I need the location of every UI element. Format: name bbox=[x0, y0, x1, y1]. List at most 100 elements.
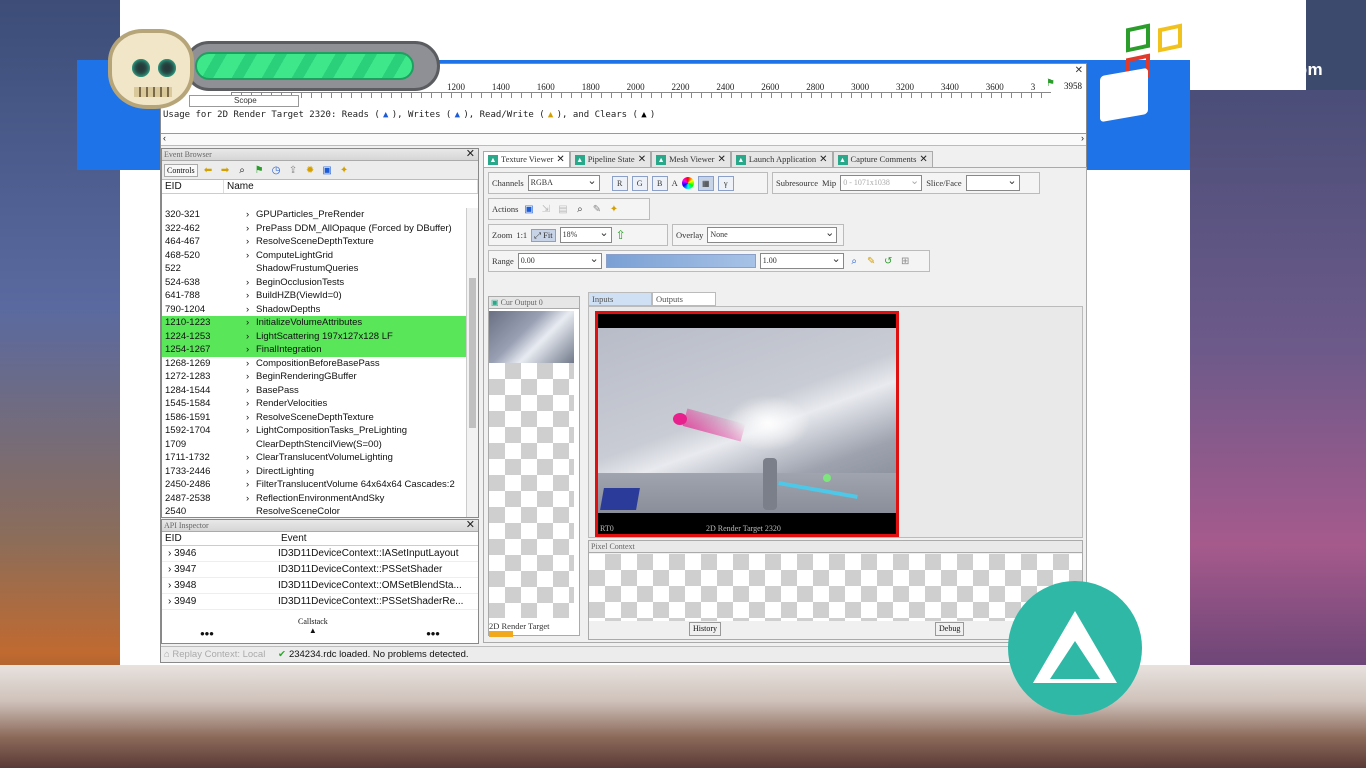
settings-icon[interactable]: ✦ bbox=[607, 203, 620, 216]
flip-arrow-icon[interactable]: ⇧ bbox=[616, 228, 626, 243]
event-row[interactable]: 1709 ClearDepthStencilView(S=00) bbox=[162, 438, 466, 452]
event-row[interactable]: 2487-2538 › ReflectionEnvironmentAndSky bbox=[162, 492, 466, 506]
event-row[interactable]: 524-638 › BeginOcclusionTests bbox=[162, 276, 466, 290]
zoom-range-icon[interactable]: ⌕ bbox=[848, 255, 861, 268]
close-icon[interactable]: ✕ bbox=[638, 152, 646, 167]
goto-location-icon[interactable]: ⇲ bbox=[539, 203, 552, 216]
event-row[interactable]: 1592-1704 › LightCompositionTasks_PreLight… bbox=[162, 424, 466, 438]
expand-chevron-icon[interactable]: › bbox=[224, 316, 256, 330]
expand-chevron-icon[interactable]: › bbox=[224, 370, 256, 384]
zoom-1to1-button[interactable]: 1:1 bbox=[516, 230, 527, 240]
pick-icon[interactable]: ✎ bbox=[590, 203, 603, 216]
event-row[interactable]: 1284-1544 › BasePass bbox=[162, 384, 466, 398]
event-row[interactable]: 641-788 › BuildHZB(ViewId=0) bbox=[162, 289, 466, 303]
expand-chevron-icon[interactable]: › bbox=[224, 235, 256, 249]
overlay-select[interactable]: None bbox=[707, 226, 838, 243]
event-row[interactable]: 2450-2486 › FilterTranslucentVolume 64x64x… bbox=[162, 478, 466, 492]
close-icon[interactable]: ✕ bbox=[466, 519, 475, 531]
scrollbar-thumb[interactable] bbox=[469, 278, 476, 428]
auto-fit-icon[interactable]: ✎ bbox=[865, 255, 878, 268]
api-row[interactable]: › 3948 ID3D11DeviceContext::OMSetBlendSta… bbox=[162, 578, 478, 594]
column-header-eid[interactable]: EID bbox=[162, 532, 278, 545]
tab-outputs[interactable]: Outputs bbox=[652, 292, 716, 306]
expand-chevron-icon[interactable]: › bbox=[224, 303, 256, 317]
event-row[interactable]: 1545-1584 › RenderVelocities bbox=[162, 397, 466, 411]
event-row[interactable]: 1210-1223 › InitializeVolumeAttributes bbox=[162, 316, 466, 330]
event-row[interactable]: 322-462 › PrePass DDM_AllOpaque (Forced by… bbox=[162, 222, 466, 236]
forward-icon[interactable]: ➡ bbox=[219, 164, 232, 177]
find-icon[interactable]: ⌕ bbox=[236, 164, 249, 177]
timeline-scrollbar[interactable]: ‹ › bbox=[161, 133, 1086, 146]
close-icon[interactable]: ✕ bbox=[466, 148, 475, 160]
tab-inputs[interactable]: Inputs bbox=[588, 292, 652, 306]
event-row[interactable]: 2540 ResolveSceneColor bbox=[162, 505, 466, 517]
open-tab-icon[interactable]: ▤ bbox=[556, 203, 569, 216]
alpha-label[interactable]: A bbox=[672, 178, 678, 188]
event-row[interactable]: 1733-2446 › DirectLighting bbox=[162, 465, 466, 479]
expand-chevron-icon[interactable]: › bbox=[224, 330, 256, 344]
tab-capture-comments[interactable]: ▲ Capture Comments ✕ bbox=[832, 151, 933, 167]
star-icon[interactable]: ✦ bbox=[338, 164, 351, 177]
fit-button[interactable]: ⤢ Fit bbox=[531, 228, 556, 242]
save-icon[interactable]: ▣ bbox=[321, 164, 334, 177]
replay-context-label[interactable]: Replay Context: Local bbox=[172, 649, 265, 660]
red-channel-button[interactable]: R bbox=[611, 175, 628, 191]
expand-chevron-icon[interactable]: › bbox=[224, 208, 256, 222]
event-row[interactable]: 464-467 › ResolveSceneDepthTexture bbox=[162, 235, 466, 249]
tab-pipeline-state[interactable]: ▲ Pipeline State ✕ bbox=[569, 151, 652, 167]
event-row[interactable]: 320-321 › GPUParticles_PreRender bbox=[162, 208, 466, 222]
expand-chevron-icon[interactable]: › bbox=[224, 343, 256, 357]
save-texture-icon[interactable]: ▣ bbox=[522, 203, 535, 216]
back-icon[interactable]: ⬅ bbox=[202, 164, 215, 177]
close-icon[interactable]: ✕ bbox=[556, 152, 564, 167]
expand-chevron-icon[interactable]: › bbox=[224, 357, 256, 371]
api-row[interactable]: › 3947 ID3D11DeviceContext::PSSetShader bbox=[162, 562, 478, 578]
tab-mesh-viewer[interactable]: ▲ Mesh Viewer ✕ bbox=[651, 151, 731, 167]
output-thumbnail[interactable] bbox=[489, 311, 574, 363]
expand-chevron-icon[interactable]: › bbox=[224, 249, 256, 263]
close-icon[interactable]: ✕ bbox=[1075, 65, 1083, 76]
range-slider[interactable] bbox=[605, 254, 756, 268]
api-row[interactable]: › 3949 ID3D11DeviceContext::PSSetShaderRe… bbox=[162, 594, 478, 610]
range-max-field[interactable]: 1.00 bbox=[759, 252, 844, 269]
export-icon[interactable]: ⇪ bbox=[287, 164, 300, 177]
scroll-left-icon[interactable]: ‹ bbox=[163, 133, 166, 143]
event-list-scrollbar[interactable] bbox=[466, 208, 478, 517]
expand-chevron-icon[interactable]: › bbox=[224, 465, 256, 479]
binoculars-icon[interactable]: ⌕ bbox=[573, 203, 586, 216]
color-wheel-icon[interactable] bbox=[681, 177, 694, 189]
mip-select[interactable]: 0 - 1071x1038 bbox=[840, 174, 923, 191]
api-row[interactable]: › 3946 ID3D11DeviceContext::IASetInputLay… bbox=[162, 546, 478, 562]
debug-button[interactable]: Debug bbox=[935, 622, 965, 636]
event-row[interactable]: 1268-1269 › CompositionBeforeBasePass bbox=[162, 357, 466, 371]
expand-chevron-icon[interactable]: › bbox=[224, 222, 256, 236]
event-row[interactable]: 468-520 › ComputeLightGrid bbox=[162, 249, 466, 263]
scroll-right-icon[interactable]: › bbox=[1081, 133, 1084, 143]
close-icon[interactable]: ✕ bbox=[819, 152, 827, 167]
close-icon[interactable]: ✕ bbox=[919, 152, 927, 167]
tab-texture-viewer[interactable]: ▲ Texture Viewer ✕ bbox=[483, 151, 570, 167]
slice-select[interactable] bbox=[965, 174, 1020, 191]
pixel-context-view[interactable] bbox=[589, 554, 1082, 621]
column-header-event[interactable]: Event bbox=[278, 532, 478, 545]
texture-viewport[interactable]: RT0 2D Render Target 2320 bbox=[588, 306, 1083, 538]
zoom-select[interactable]: 18% bbox=[559, 226, 612, 243]
tab-launch-application[interactable]: ▲ Launch Application ✕ bbox=[730, 151, 833, 167]
histogram-icon[interactable]: ⊞ bbox=[899, 255, 912, 268]
reset-icon[interactable]: ↺ bbox=[882, 255, 895, 268]
blue-channel-button[interactable]: B bbox=[651, 175, 668, 191]
more-dots-icon[interactable]: ••• bbox=[200, 626, 214, 641]
expand-chevron-icon[interactable]: › bbox=[224, 478, 256, 492]
event-row[interactable]: 522 ShadowFrustumQueries bbox=[162, 262, 466, 276]
expand-chevron-icon[interactable]: › bbox=[224, 451, 256, 465]
expand-chevron-icon[interactable]: › bbox=[224, 397, 256, 411]
render-target-preview[interactable]: RT0 2D Render Target 2320 bbox=[595, 311, 899, 537]
expand-chevron-icon[interactable]: › bbox=[224, 411, 256, 425]
expand-chevron-icon[interactable]: › bbox=[224, 276, 256, 290]
range-min-field[interactable]: 0.00 bbox=[517, 252, 602, 269]
timer-icon[interactable]: ◷ bbox=[270, 164, 283, 177]
event-row[interactable]: 790-1204 › ShadowDepths bbox=[162, 303, 466, 317]
bookmark-flag-icon[interactable]: ⚑ bbox=[253, 164, 266, 177]
expand-chevron-icon[interactable]: › bbox=[224, 492, 256, 506]
channels-select[interactable]: RGBA bbox=[527, 174, 600, 191]
